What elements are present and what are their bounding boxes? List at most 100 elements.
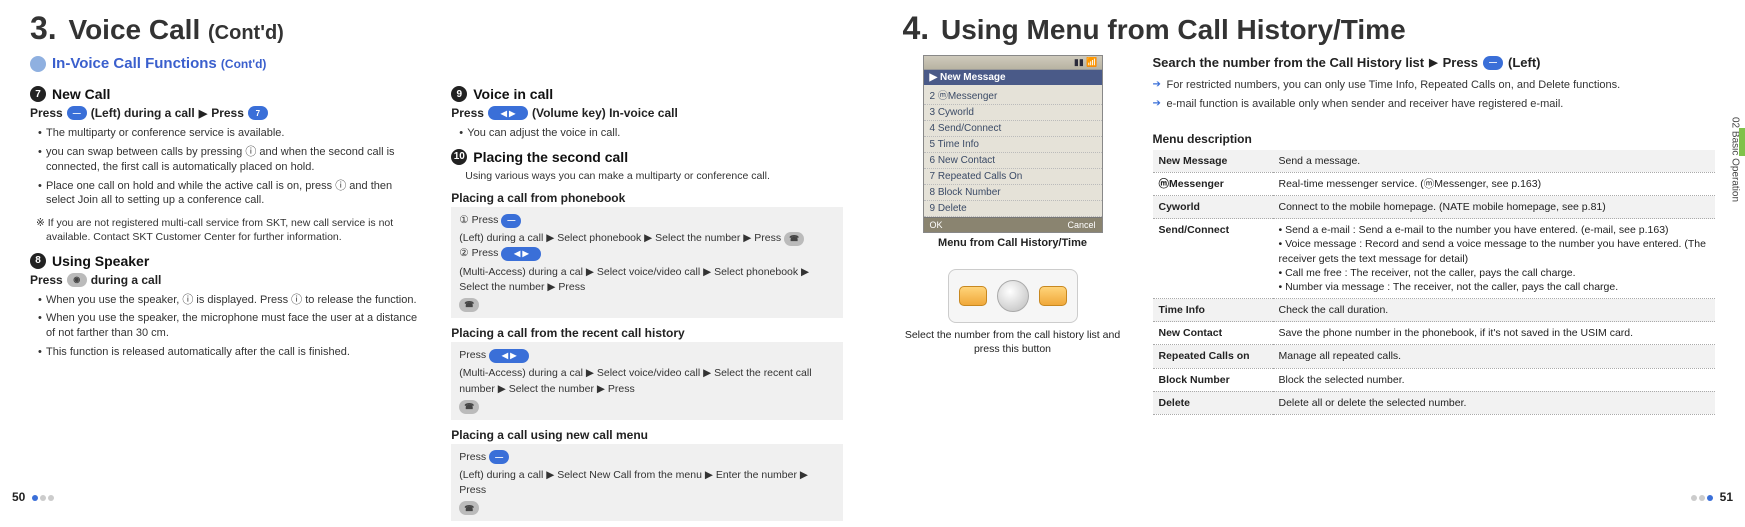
phone-menu-item: 6 New Contact	[924, 153, 1102, 169]
num7-icon: 7	[30, 86, 46, 102]
voice-in-call-bullet: You can adjust the voice in call.	[451, 126, 842, 141]
page-number-right: 51	[1690, 490, 1733, 504]
call-key-icon: ☎	[459, 298, 479, 312]
row-desc: Check the call duration.	[1273, 299, 1716, 322]
left-col-2: 9 Voice in call Press ◀ ▶ (Volume key) I…	[451, 80, 842, 527]
table-row: CyworldConnect to the mobile homepage. (…	[1153, 196, 1716, 219]
heading-using-speaker: 8 Using Speaker	[30, 253, 421, 269]
phone-soft-right: Cancel	[1067, 220, 1095, 230]
row-desc: Send a message.	[1273, 150, 1716, 173]
num8-icon: 8	[30, 253, 46, 269]
key-7-icon: 7	[248, 106, 268, 120]
info-bullet: For restricted numbers, you can only use…	[1153, 78, 1716, 93]
phonebook-row-2: ② Press ◀ ▶ (Multi-Access) during a cal …	[459, 246, 834, 312]
bullet-item: you can swap between calls by pressing ⓘ…	[38, 145, 421, 175]
keypad-center-icon	[997, 280, 1029, 312]
phone-soft-left: OK	[930, 220, 943, 230]
recent-history-title: Placing a call from the recent call hist…	[451, 326, 842, 340]
call-key-icon: ☎	[784, 232, 804, 246]
heading-new-call: 7 New Call	[30, 86, 421, 102]
row-label: Block Number	[1153, 368, 1273, 391]
instr-text: during a call	[91, 273, 162, 287]
phone-menu-item: 7 Repeated Calls On	[924, 169, 1102, 185]
page-num-value: 50	[12, 490, 25, 504]
row-desc: Save the phone number in the phonebook, …	[1273, 322, 1716, 345]
row-desc: Real-time messenger service. (ⓜMessenger…	[1273, 172, 1716, 195]
box-text: Press	[459, 348, 486, 363]
page-dots-icon	[1690, 490, 1714, 504]
phonebook-title: Placing a call from phonebook	[451, 191, 842, 205]
page-right: 4. Using Menu from Call History/Time ▮▮ …	[873, 0, 1745, 510]
box-text: (Left) during a call ▶ Select New Call f…	[459, 468, 834, 498]
left-col-1: 7 New Call Press — (Left) during a call …	[30, 80, 421, 527]
table-row: DeleteDelete all or delete the selected …	[1153, 391, 1716, 414]
search-text: (Left)	[1508, 55, 1541, 70]
heading-second-call: 10 Placing the second call	[451, 149, 842, 165]
side-tab: 02 Basic Operation	[1725, 80, 1745, 240]
bullet-item: You can adjust the voice in call.	[459, 126, 842, 141]
bullet-item: The multiparty or conference service is …	[38, 126, 421, 141]
softkey-left-icon: —	[1483, 56, 1503, 70]
bullet-item: When you use the speaker, ⓘ is displayed…	[38, 293, 421, 308]
row-label: Time Info	[1153, 299, 1273, 322]
section-heading: In-Voice Call Functions (Cont'd)	[30, 55, 843, 72]
heading-voice-in-call-text: Voice in call	[473, 86, 553, 102]
phone-menu-item: 5 Time Info	[924, 137, 1102, 153]
speaker-bullets: When you use the speaker, ⓘ is displayed…	[30, 293, 421, 360]
keypad-right-icon	[1039, 286, 1067, 306]
recent-history-box: Press ◀ ▶ (Multi-Access) during a cal ▶ …	[451, 342, 842, 420]
row-label: Delete	[1153, 391, 1273, 414]
phone-screen: ▮▮ 📶 ▶ New Message 2 ⓜMessenger 3 Cyworl…	[923, 55, 1103, 233]
bullet-item: Place one call on hold and while the act…	[38, 179, 421, 209]
phone-panel: ▮▮ 📶 ▶ New Message 2 ⓜMessenger 3 Cyworl…	[903, 55, 1123, 415]
speaker-instruction: Press ◉ during a call	[30, 273, 421, 287]
new-call-menu-row: Press — (Left) during a call ▶ Select Ne…	[459, 450, 834, 516]
instr-text: (Volume key) In-voice call	[532, 106, 678, 120]
call-key-icon: ☎	[459, 400, 479, 414]
box-text: (Multi-Access) during a cal ▶ Select voi…	[459, 265, 834, 295]
bullet-item: This function is released automatically …	[38, 345, 421, 360]
phone-keypad	[948, 269, 1078, 323]
left-title-num: 3.	[30, 10, 57, 46]
instr-text: Press	[451, 106, 484, 120]
speaker-key-icon: ◉	[67, 273, 87, 287]
row-desc: Delete all or delete the selected number…	[1273, 391, 1716, 414]
row-label: Send/Connect	[1153, 219, 1273, 299]
page-left: 3. Voice Call (Cont'd) In-Voice Call Fun…	[0, 0, 873, 510]
row-label: New Message	[1153, 150, 1273, 173]
search-instruction: Search the number from the Call History …	[1153, 55, 1716, 70]
table-row: New ContactSave the phone number in the …	[1153, 322, 1716, 345]
menu-description-table: New MessageSend a message. ⓜMessengerRea…	[1153, 150, 1716, 415]
page-dots-icon	[31, 490, 55, 504]
new-call-bullets: The multiparty or conference service is …	[30, 126, 421, 208]
phone-menu-item: 8 Block Number	[924, 185, 1102, 201]
arrow-icon: ▶	[199, 107, 207, 120]
section-heading-text: In-Voice Call Functions	[52, 55, 217, 72]
search-text: Press	[1443, 55, 1478, 70]
phone-menu-item: 3 Cyworld	[924, 105, 1102, 121]
page-number-left: 50	[12, 490, 55, 504]
instr-text: Press	[211, 106, 244, 120]
table-row: New MessageSend a message.	[1153, 150, 1716, 173]
search-text: Search the number from the Call History …	[1153, 55, 1425, 70]
info-bullet: e-mail function is available only when s…	[1153, 97, 1716, 112]
arrow-icon: ▶	[1429, 56, 1437, 69]
row-label: Repeated Calls on	[1153, 345, 1273, 368]
box-text: Press	[459, 450, 486, 465]
phone-softkeys: OK Cancel	[924, 217, 1102, 232]
call-key-icon: ☎	[459, 501, 479, 515]
left-title-contd: (Cont'd)	[208, 22, 284, 44]
box-text: (Left) during a call ▶ Select phonebook …	[459, 231, 781, 246]
voice-in-call-instruction: Press ◀ ▶ (Volume key) In-voice call	[451, 106, 842, 120]
row-label: Cyworld	[1153, 196, 1273, 219]
right-title-text: Using Menu from Call History/Time	[941, 14, 1406, 45]
table-row: ⓜMessengerReal-time messenger service. (…	[1153, 172, 1716, 195]
num9-icon: 9	[451, 86, 467, 102]
phonebook-row-1: ① Press — (Left) during a call ▶ Select …	[459, 213, 834, 246]
instr-text: Press	[30, 273, 63, 287]
row-desc: Block the selected number.	[1273, 368, 1716, 391]
phone-menu-item: 9 Delete	[924, 201, 1102, 217]
num10-icon: 10	[451, 149, 467, 165]
section-bullet-icon	[30, 56, 46, 72]
softkey-left-icon: —	[501, 214, 521, 228]
